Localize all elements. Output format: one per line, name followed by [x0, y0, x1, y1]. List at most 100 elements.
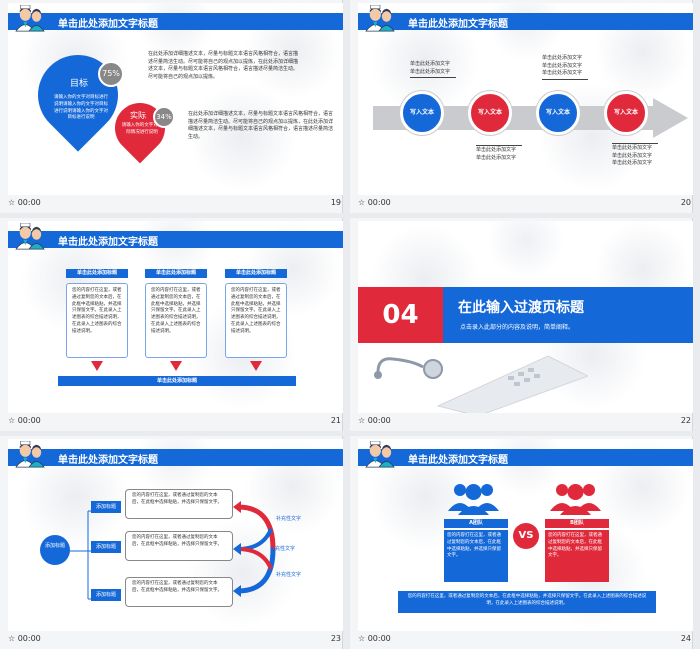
- slide-canvas: 04 在此输入过渡页标题 点击录入此部分的内容及说明，简单阐释。: [358, 221, 693, 413]
- column-1-box: 您的内容打在这里，或者通过复制您的文本后，在此框中选择粘贴，并选择只保留文字。在…: [66, 283, 128, 358]
- slide-number: 24: [680, 634, 691, 643]
- timing-value: 00:00: [367, 634, 391, 643]
- side-label-3: 补充性文字: [276, 572, 302, 578]
- timing-label: ☆ 00:00: [358, 634, 391, 643]
- slide-canvas: 单击此处添加文字标题 A团队 您的内容打在这里，或者通过复制您的文本后，在此框中…: [358, 439, 693, 631]
- caption-line: 单击此处添加文字: [542, 62, 583, 69]
- column-1-title: 单击此处添加标题: [66, 269, 128, 278]
- slide-number: 21: [330, 416, 341, 425]
- actual-label: 实际: [130, 111, 146, 120]
- timing-label: ☆ 00:00: [8, 634, 41, 643]
- caption-1: 单击此处添加文字 单击此处添加文字: [410, 61, 470, 78]
- bottom-bar: 单击此处添加标题: [58, 376, 296, 386]
- doctor-icon: [15, 441, 45, 468]
- actual-percent-badge: 34%: [153, 106, 175, 128]
- content-box-1: 您的内容打在这里，或者通过复制您的文本后，在此框中选择粘贴，并选择只保留文字。: [125, 489, 233, 519]
- slide-footer: ☆ 00:00 22: [358, 416, 693, 429]
- slide-title: 单击此处添加文字标题: [408, 455, 508, 466]
- caption-4: 单击此处添加文字 单击此处添加文字 单击此处添加文字: [612, 143, 672, 168]
- caption-line: 单击此处添加文字: [542, 70, 583, 76]
- down-arrow-icon: [250, 361, 262, 371]
- title-bar: 单击此处添加文字标题: [8, 449, 343, 466]
- slide-title: 单击此处添加文字标题: [58, 455, 158, 466]
- slide-title: 单击此处添加文字标题: [58, 19, 158, 30]
- slide-footer: ☆ 00:00 19: [8, 198, 343, 211]
- vs-badge: VS: [513, 523, 539, 549]
- node-4: 写入文本: [604, 91, 648, 135]
- slide-thumb-20[interactable]: 单击此处添加文字标题 写入文本 写入文本 写入文本 写入文本 单击此处添加文字 …: [350, 0, 693, 213]
- slide-number: 19: [330, 198, 341, 207]
- column-2-box: 您的内容打在这里，或者通过复制您的文本后，在此框中选择粘贴，并选择只保留文字。在…: [145, 283, 207, 358]
- timing-value: 00:00: [17, 416, 41, 425]
- column-3-text: 您的内容打在这里，或者通过复制您的文本后，在此框中选择粘贴，并选择只保留文字。在…: [231, 288, 281, 334]
- goal-label: 目标: [70, 79, 89, 89]
- caption-line: 单击此处添加文字: [612, 160, 653, 166]
- timing-value: 00:00: [17, 634, 41, 643]
- timing-label: ☆ 00:00: [358, 198, 391, 207]
- column-1-text: 您的内容打在这里，或者通过复制您的文本后，在此框中选择粘贴，并选择只保留文字。在…: [72, 288, 122, 334]
- side-label-1: 补充性文字: [276, 516, 302, 522]
- slide-footer: ☆ 00:00 24: [358, 634, 693, 647]
- slide-thumb-19[interactable]: 单击此处添加文字标题 目标 请输入你的文字对目标进行说明请输入你的文字对目标进行…: [0, 0, 343, 213]
- paragraph-1: 在此处添加详细描述文本，尽量与标题文本语言风格相符合，语言描述尽量简洁生动。尽可…: [148, 51, 299, 80]
- caption-line: 单击此处添加文字: [476, 147, 517, 153]
- caption-line: 单击此处添加文字: [476, 154, 517, 161]
- slide-canvas: 单击此处添加文字标题 写入文本 写入文本 写入文本 写入文本 单击此处添加文字 …: [358, 3, 693, 195]
- content-text: 您的内容打在这里，或者通过复制您的文本后，在此框中选择粘贴，并选择只保留文字。: [132, 581, 222, 593]
- content-text: 您的内容打在这里，或者通过复制您的文本后，在此框中选择粘贴，并选择只保留文字。: [132, 535, 222, 547]
- content-text: 您的内容打在这里，或者通过复制您的文本后，在此框中选择粘贴，并选择只保留文字。: [132, 493, 222, 505]
- title-bar: 单击此处添加文字标题: [8, 231, 343, 248]
- section-title: 在此输入过渡页标题: [458, 300, 584, 316]
- caption-line: 单击此处添加文字: [612, 145, 653, 151]
- content-box-3: 您的内容打在这里，或者通过复制您的文本后，在此框中选择粘贴，并选择只保留文字。: [125, 577, 233, 607]
- section-subtitle: 点击录入此部分的内容及说明，简单阐释。: [460, 324, 575, 331]
- slide-thumb-24[interactable]: 单击此处添加文字标题 A团队 您的内容打在这里，或者通过复制您的文本后，在此框中…: [350, 436, 693, 649]
- team-a-title: A团队: [444, 519, 508, 528]
- caption-line: 单击此处添加文字: [612, 152, 653, 159]
- team-b-box: 您的内容打在这里，或者通过复制您的文本后，在此框中选择粘贴，并选择只保留文字。: [545, 530, 609, 582]
- device-icon: [436, 355, 588, 413]
- bottom-summary: 您的内容打在这里，或者通过复制您的文本后，在此框中选择粘贴，并选择只保留文字。在…: [398, 591, 656, 613]
- slide-title: 单击此处添加文字标题: [58, 237, 158, 248]
- slide-thumb-22[interactable]: 04 在此输入过渡页标题 点击录入此部分的内容及说明，简单阐释。 ☆ 00:00…: [350, 218, 693, 431]
- timing-label: ☆ 00:00: [8, 416, 41, 425]
- slide-footer: ☆ 00:00 20: [358, 198, 693, 211]
- column-2-text: 您的内容打在这里，或者通过复制您的文本后，在此框中选择粘贴，并选择只保留文字。在…: [151, 288, 201, 334]
- team-b-icon: [550, 484, 601, 515]
- timing-value: 00:00: [17, 198, 41, 207]
- slide-canvas: 单击此处添加文字标题 单击此处添加标题 您的内容打在这里，或者通过复制您的文本后…: [8, 221, 343, 413]
- timing-value: 00:00: [367, 416, 391, 425]
- down-arrow-icon: [91, 361, 103, 371]
- team-a-text: 您的内容打在这里，或者通过复制您的文本后，在此框中选择粘贴，并选择只保留文字。: [447, 533, 501, 559]
- branch-1: 添加标题: [91, 501, 121, 513]
- title-bar: 单击此处添加文字标题: [358, 449, 693, 466]
- section-number-box: 04: [358, 287, 443, 343]
- caption-line: 单击此处添加文字: [410, 61, 451, 67]
- side-label-2: 补充性文字: [270, 546, 296, 552]
- slide-number: 22: [680, 416, 691, 425]
- root-node: 添加标题: [40, 535, 70, 565]
- slide-number: 23: [330, 634, 341, 643]
- down-arrow-icon: [170, 361, 182, 371]
- doctor-icon: [365, 5, 395, 32]
- slide-number: 20: [680, 198, 691, 207]
- content-box-2: 您的内容打在这里，或者通过复制您的文本后，在此框中选择粘贴，并选择只保留文字。: [125, 531, 233, 561]
- slide-footer: ☆ 00:00 23: [8, 634, 343, 647]
- slide-thumb-23[interactable]: 单击此处添加文字标题 添加标题 添加标题 添加标题 添加标题 您的内容打在这里，…: [0, 436, 343, 649]
- node-3: 写入文本: [536, 91, 580, 135]
- slide-canvas: 单击此处添加文字标题 目标 请输入你的文字对目标进行说明请输入你的文字对目标进行…: [8, 3, 343, 195]
- node-1: 写入文本: [400, 91, 444, 135]
- doctor-icon: [365, 441, 395, 468]
- slide-canvas: 单击此处添加文字标题 添加标题 添加标题 添加标题 添加标题 您的内容打在这里，…: [8, 439, 343, 631]
- branch-2: 添加标题: [91, 541, 121, 553]
- node-2: 写入文本: [468, 91, 512, 135]
- caption-3: 单击此处添加文字 单击此处添加文字 单击此处添加文字: [542, 55, 602, 80]
- team-a-box: 您的内容打在这里，或者通过复制您的文本后，在此框中选择粘贴，并选择只保留文字。: [444, 530, 508, 582]
- slide-thumb-21[interactable]: 单击此处添加文字标题 单击此处添加标题 您的内容打在这里，或者通过复制您的文本后…: [0, 218, 343, 431]
- caption-2: 单击此处添加文字 单击此处添加文字: [476, 145, 536, 162]
- column-3-title: 单击此处添加标题: [225, 269, 287, 278]
- team-a-icon: [448, 484, 499, 515]
- summary-text: 您的内容打在这里，或者通过复制您的文本后，在此框中选择粘贴，并选择只保留文字。在…: [407, 594, 647, 606]
- doctor-icon: [15, 5, 45, 32]
- slide-footer: ☆ 00:00 21: [8, 416, 343, 429]
